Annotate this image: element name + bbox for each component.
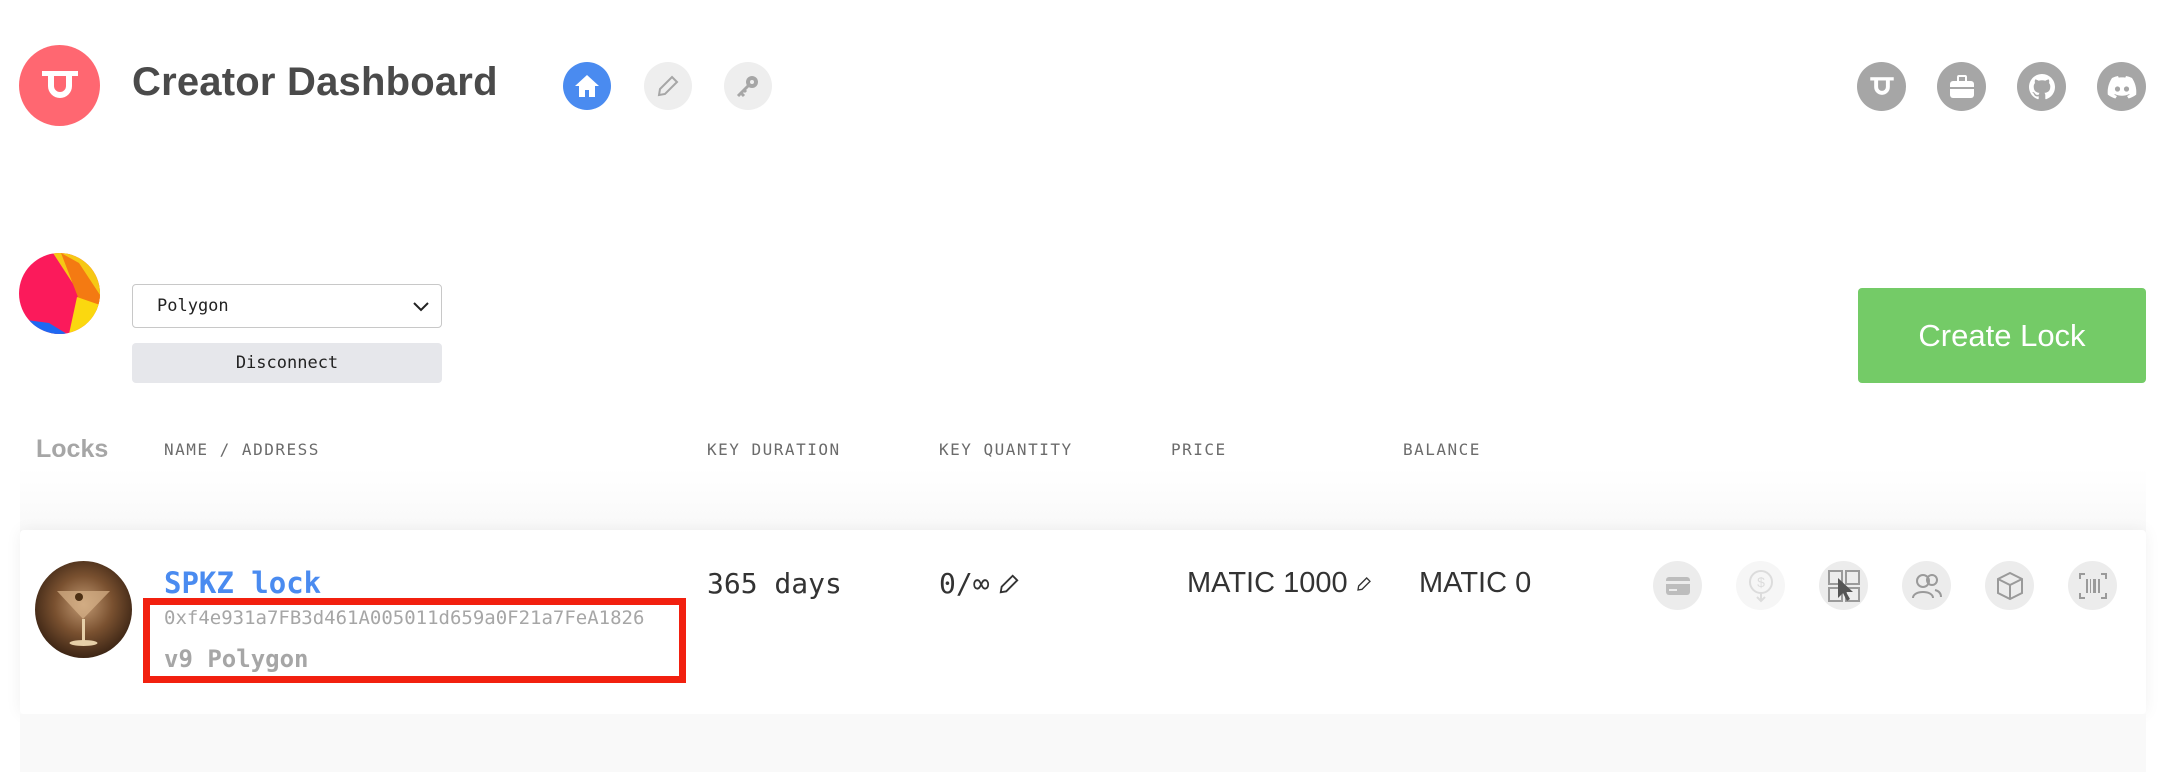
discord-icon (2107, 75, 2136, 98)
balance-cell: MATIC 0 (1419, 567, 1531, 600)
nav-edit-button[interactable] (644, 62, 692, 110)
disconnect-button[interactable]: Disconnect (132, 343, 442, 383)
briefcase-icon (1949, 74, 1974, 98)
unlock-logo[interactable] (19, 45, 100, 126)
edit-price-pencil-icon[interactable] (1356, 576, 1372, 592)
next-row-placeholder (20, 714, 2146, 772)
key-quantity-cell: 0/∞ (939, 567, 1020, 600)
column-header-key-duration: KEY DURATION (707, 440, 841, 459)
github-link[interactable] (2017, 62, 2066, 111)
network-select-value: Polygon (157, 296, 229, 316)
key-duration-value: 365 days (707, 567, 842, 600)
home-icon (575, 75, 599, 97)
lock-image (35, 561, 132, 658)
cocktail-glass-image (57, 591, 110, 646)
jobs-link[interactable] (1937, 62, 1986, 111)
edit-quantity-pencil-icon[interactable] (998, 573, 1020, 595)
withdraw-button[interactable]: $ (1736, 561, 1785, 610)
cube-icon (1996, 571, 2023, 600)
members-icon (1911, 573, 1942, 598)
nav-keys-button[interactable] (724, 62, 772, 110)
embed-icon (1827, 569, 1860, 602)
barcode-icon (2078, 572, 2107, 599)
balance-currency: MATIC (1419, 567, 1508, 599)
wallet-jazzicon (19, 253, 100, 334)
wallet-avatar (19, 253, 100, 334)
column-header-price: PRICE (1171, 440, 1227, 459)
embed-button[interactable] (1819, 561, 1868, 610)
chevron-down-icon (413, 302, 429, 312)
locks-section-label: Locks (36, 435, 109, 463)
unlock-home-link[interactable] (1857, 62, 1906, 111)
create-lock-button[interactable]: Create Lock (1858, 288, 2146, 383)
price-value: 1000 (1283, 567, 1348, 599)
credit-card-button[interactable] (1653, 561, 1702, 610)
price-currency: MATIC (1187, 567, 1276, 599)
key-duration-cell: 365 days (707, 567, 842, 600)
column-header-key-quantity: KEY QUANTITY (939, 440, 1073, 459)
svg-text:$: $ (1757, 574, 1765, 590)
unlock-logo-icon (41, 70, 78, 98)
lock-name[interactable]: SPKZ lock (164, 566, 321, 600)
withdraw-icon: $ (1748, 569, 1773, 602)
price-cell: MATIC 1000 (1187, 567, 1372, 600)
column-header-name-address: NAME / ADDRESS (164, 440, 320, 459)
nav-home-button[interactable] (563, 62, 611, 110)
key-icon (736, 76, 758, 98)
credit-card-icon (1665, 576, 1690, 595)
unlock-icon (1869, 76, 1894, 95)
discord-link[interactable] (2097, 62, 2146, 111)
annotation-highlight-box (143, 598, 686, 683)
barcode-button[interactable] (2068, 561, 2117, 610)
github-icon (2028, 73, 2055, 99)
members-button[interactable] (1902, 561, 1951, 610)
network-select[interactable]: Polygon (132, 284, 442, 328)
page-title: Creator Dashboard (132, 60, 498, 104)
integrations-button[interactable] (1985, 561, 2034, 610)
column-header-balance: BALANCE (1403, 440, 1481, 459)
balance-value: 0 (1515, 567, 1532, 599)
key-quantity-value: 0/∞ (939, 567, 990, 600)
pencil-icon (657, 75, 679, 97)
